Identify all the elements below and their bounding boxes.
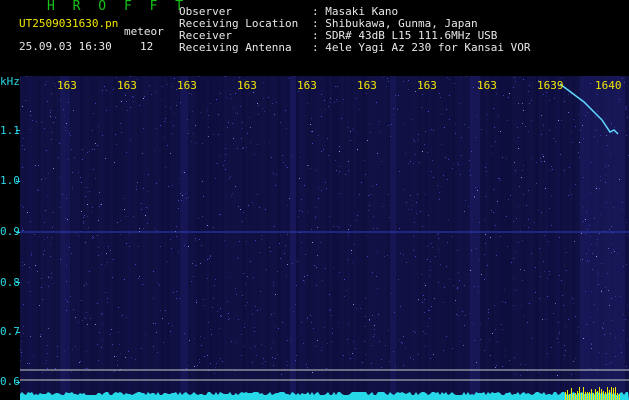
time-label: 1640 bbox=[595, 79, 622, 92]
mode-label: meteor bbox=[124, 25, 164, 38]
time-label: 163 bbox=[417, 79, 437, 92]
app-title: H R O F F T bbox=[47, 0, 189, 14]
time-label: 163 bbox=[237, 79, 257, 92]
time-label: 163 bbox=[357, 79, 377, 92]
spectrogram-canvas bbox=[20, 76, 629, 400]
meteor-count: 12 bbox=[140, 40, 154, 53]
time-label: 163 bbox=[57, 79, 77, 92]
file-name: UT2509031630.pn bbox=[19, 17, 119, 30]
axis-unit: kHz bbox=[0, 75, 20, 88]
datetime: 25.09.03 16:30 bbox=[19, 40, 112, 53]
time-label: 163 bbox=[297, 79, 317, 92]
header-panel: H R O F F T UT2509031630.pn meteor 25.09… bbox=[0, 0, 629, 76]
antenna-value: : 4ele Yagi Az 230 for Kansai VOR bbox=[312, 41, 531, 54]
time-label: 163 bbox=[177, 79, 197, 92]
spectrogram[interactable] bbox=[20, 76, 629, 400]
time-label: 163 bbox=[117, 79, 137, 92]
time-label: 1639 bbox=[537, 79, 564, 92]
antenna-label: Receiving Antenna bbox=[179, 41, 292, 54]
time-label: 163 bbox=[477, 79, 497, 92]
